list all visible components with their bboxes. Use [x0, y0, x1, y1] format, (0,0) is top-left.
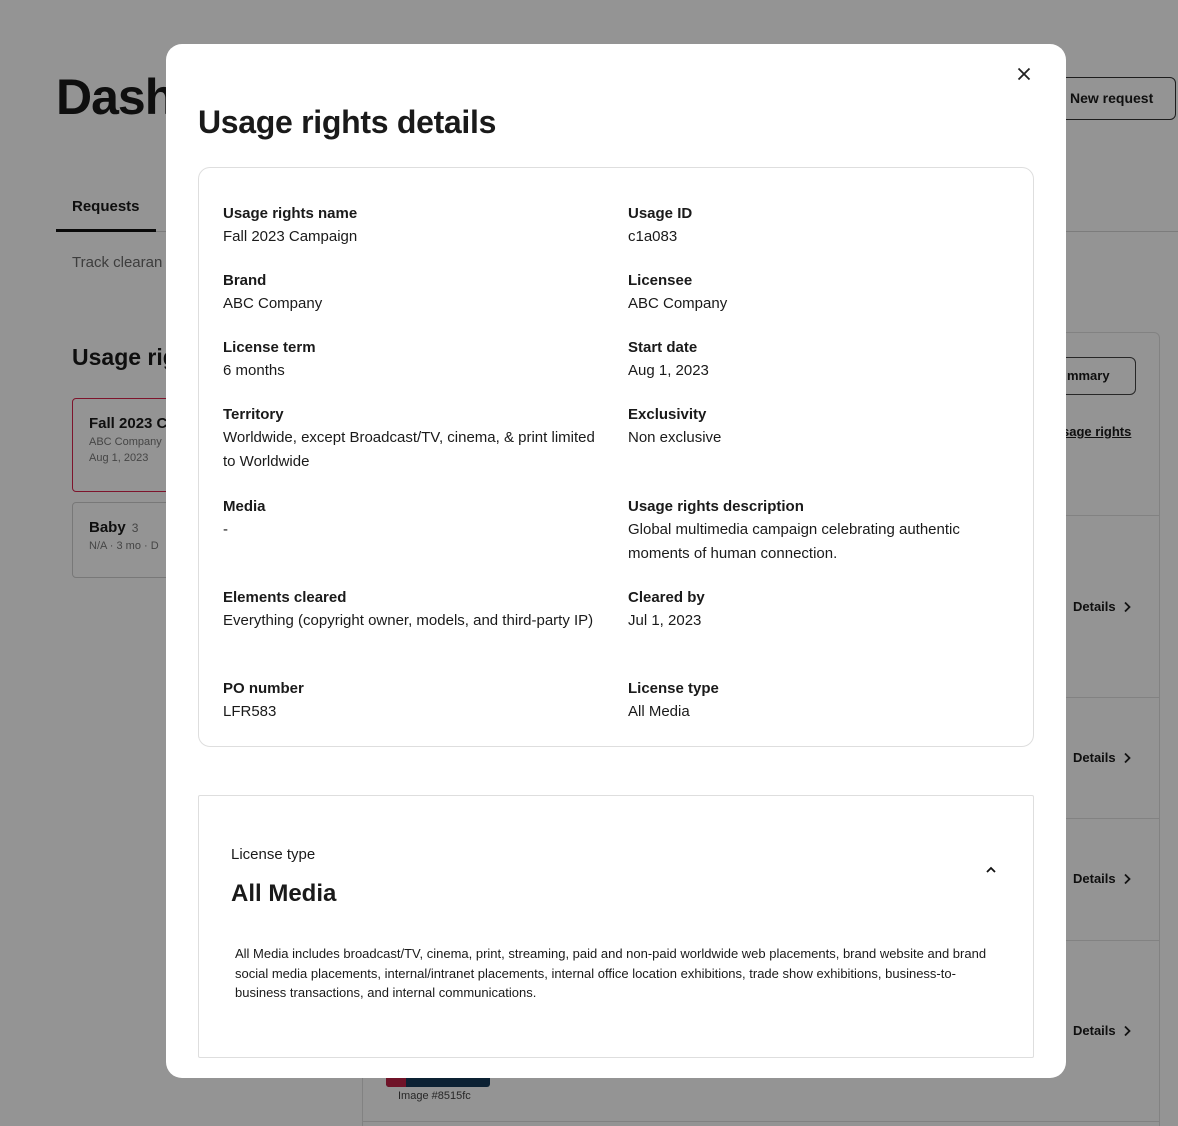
- field-exclusivity: Exclusivity Non exclusive: [628, 405, 1008, 450]
- field-licensee: Licensee ABC Company: [628, 271, 1008, 316]
- field-label: Usage ID: [628, 205, 693, 222]
- field-license-type: License type All Media: [628, 679, 1008, 724]
- field-label: License term: [223, 339, 316, 356]
- field-label: Elements cleared: [223, 589, 347, 606]
- field-label: Media: [223, 498, 266, 515]
- field-value: Jul 1, 2023: [628, 612, 702, 629]
- field-cleared-by: Cleared by Jul 1, 2023: [628, 588, 1008, 633]
- details-card: Usage rights name Fall 2023 Campaign Usa…: [198, 167, 1034, 747]
- license-type-label: License type: [231, 846, 316, 863]
- field-value: Fall 2023 Campaign: [223, 228, 358, 245]
- field-elements-cleared: Elements cleared Everything (copyright o…: [223, 588, 603, 633]
- field-license-term: License term 6 months: [223, 338, 603, 383]
- field-value: 6 months: [223, 362, 285, 379]
- field-value: ABC Company: [628, 295, 728, 312]
- field-label: PO number: [223, 680, 304, 697]
- license-type-value: All Media: [231, 880, 337, 907]
- modal-title: Usage rights details: [198, 104, 497, 140]
- field-label: Licensee: [628, 272, 693, 289]
- field-territory: Territory Worldwide, except Broadcast/TV…: [223, 405, 603, 474]
- field-media: Media -: [223, 497, 603, 542]
- field-value: -: [223, 521, 228, 538]
- field-brand: Brand ABC Company: [223, 271, 603, 316]
- field-value: All Media: [628, 703, 690, 720]
- field-label: License type: [628, 680, 719, 697]
- chevron-up-icon[interactable]: [981, 860, 1001, 880]
- field-label: Brand: [223, 272, 267, 289]
- field-label: Exclusivity: [628, 406, 707, 423]
- field-usage-id: Usage ID c1a083: [628, 204, 1008, 249]
- usage-rights-modal: Usage rights details Usage rights name F…: [166, 44, 1066, 1078]
- field-label: Territory: [223, 406, 284, 423]
- license-type-description: All Media includes broadcast/TV, cinema,…: [235, 946, 987, 1000]
- field-value: LFR583: [223, 703, 277, 720]
- field-usage-rights-description: Usage rights description Global multimed…: [628, 497, 1008, 566]
- field-value: Global multimedia campaign celebrating a…: [628, 521, 960, 562]
- field-value: ABC Company: [223, 295, 323, 312]
- field-value: Worldwide, except Broadcast/TV, cinema, …: [223, 429, 595, 470]
- field-label: Usage rights name: [223, 205, 358, 222]
- license-type-accordion: License type All Media All Media include…: [198, 795, 1034, 1058]
- field-value: c1a083: [628, 228, 678, 245]
- field-label: Start date: [628, 339, 698, 356]
- field-start-date: Start date Aug 1, 2023: [628, 338, 1008, 383]
- field-value: Everything (copyright owner, models, and…: [223, 612, 594, 629]
- field-value: Aug 1, 2023: [628, 362, 709, 379]
- field-label: Cleared by: [628, 589, 705, 606]
- field-usage-rights-name: Usage rights name Fall 2023 Campaign: [223, 204, 603, 249]
- field-po-number: PO number LFR583: [223, 679, 603, 724]
- field-label: Usage rights description: [628, 498, 804, 515]
- close-icon[interactable]: [1008, 58, 1040, 90]
- field-value: Non exclusive: [628, 429, 722, 446]
